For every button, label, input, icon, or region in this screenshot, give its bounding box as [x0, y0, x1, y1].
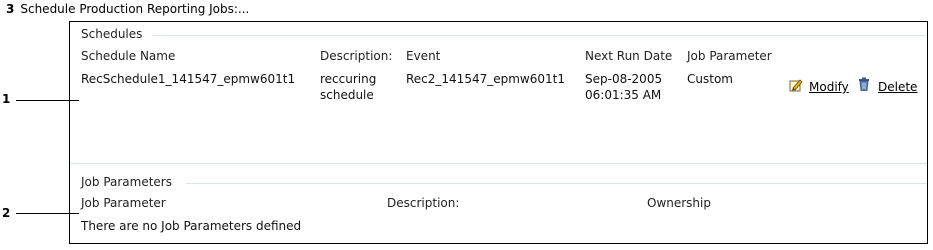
- delete-link[interactable]: Delete: [878, 80, 917, 94]
- col-job-parameter-2: Job Parameter: [81, 196, 166, 210]
- col-description: Description:: [320, 49, 393, 63]
- page-title-text: Schedule Production Reporting Jobs:...: [20, 2, 250, 16]
- event-cell: Rec2_141547_epmw601t1: [406, 72, 565, 86]
- page-title: 3 Schedule Production Reporting Jobs:...: [6, 2, 249, 16]
- callout-2-label: 2: [2, 206, 11, 220]
- step-number: 3: [6, 2, 15, 16]
- col-job-parameter: Job Parameter: [687, 49, 772, 63]
- col-description-2: Description:: [387, 196, 460, 210]
- next-run-date-line-2: 06:01:35 AM: [585, 88, 662, 102]
- description-line-2: schedule: [320, 88, 374, 102]
- next-run-date-line-1: Sep-08-2005: [585, 72, 663, 86]
- empty-message: There are no Job Parameters defined: [81, 219, 302, 233]
- schedules-section-rule: [153, 35, 926, 36]
- col-next-run-date: Next Run Date: [585, 49, 673, 63]
- col-schedule-name: Schedule Name: [81, 49, 176, 63]
- schedules-section-title: Schedules: [81, 27, 143, 41]
- modify-link[interactable]: Modify: [809, 80, 849, 94]
- schedule-name-cell: RecSchedule1_141547_epmw601t1: [81, 72, 296, 86]
- description-line-1: reccuring: [320, 72, 377, 86]
- job-parameters-section-rule: [186, 183, 926, 184]
- job-parameters-section-title: Job Parameters: [81, 175, 172, 189]
- job-parameter-cell: Custom: [687, 72, 733, 86]
- col-event: Event: [406, 49, 441, 63]
- schedule-panel: [69, 21, 928, 244]
- col-ownership: Ownership: [647, 196, 711, 210]
- section-divider: [70, 163, 927, 164]
- callout-1-label: 1: [2, 92, 11, 106]
- trash-icon[interactable]: [858, 77, 870, 94]
- edit-pencil-icon[interactable]: [789, 78, 803, 95]
